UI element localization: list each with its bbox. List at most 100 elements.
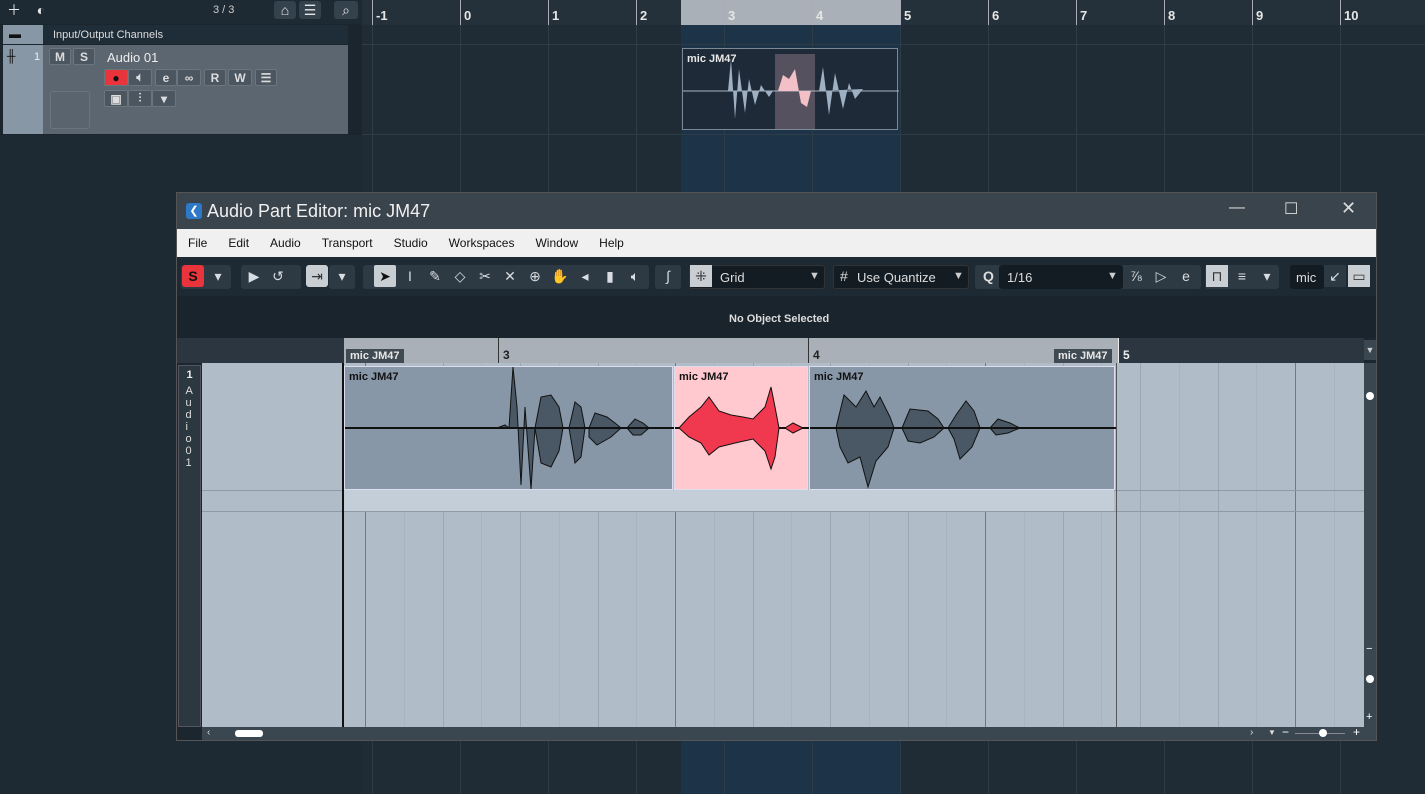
stack-icon[interactable]: ≡ [1231, 265, 1253, 287]
auto-fades-icon[interactable]: ∫ [657, 265, 679, 287]
solo-dropdown-icon[interactable]: ▾ [207, 265, 229, 287]
audio-event-selected[interactable]: mic JM47 [674, 366, 809, 490]
grid-line [1256, 363, 1258, 727]
hand-tool[interactable]: ✋ [549, 265, 571, 287]
part-start-label: mic JM47 [346, 349, 404, 363]
minimize-button[interactable]: — [1229, 199, 1245, 217]
zoom-in-vertical[interactable]: + [1366, 711, 1372, 723]
track-name: Audio 01 [107, 50, 159, 65]
maximize-button[interactable]: ☐ [1284, 199, 1298, 219]
chevron-down-icon: ▼ [1107, 270, 1118, 282]
read-button[interactable]: R [204, 69, 226, 86]
audio-track[interactable]: ╫ 1 M S Audio 01 ● 🔈︎ e ∞ R W ☰ ▣ ⫶ ▾ [3, 45, 348, 134]
locator-bar[interactable] [681, 0, 901, 25]
edit-channel-button[interactable]: e [155, 69, 177, 86]
quantize-swing-icon[interactable]: ⅞ [1125, 265, 1147, 287]
quantize-icon[interactable]: Q [983, 268, 994, 284]
ruler-bar-label: 2 [640, 8, 648, 23]
menu-file[interactable]: File [188, 236, 207, 257]
mute-tool[interactable]: ✕ [499, 265, 521, 287]
split-tool[interactable]: ✂ [474, 265, 496, 287]
event-waveform [345, 367, 674, 490]
erase-tool[interactable]: ◇ [449, 265, 471, 287]
cubase-logo-icon: ❮ [186, 203, 202, 219]
window-layout-icon[interactable]: ⊓ [1206, 265, 1228, 287]
grid-line [1217, 363, 1219, 727]
eq-button[interactable]: ⫶ [128, 90, 152, 107]
zoom-tool[interactable]: ⊕ [524, 265, 546, 287]
folder-label: Input/Output Channels [53, 29, 164, 41]
edit-icon[interactable]: e [1175, 265, 1197, 287]
part-range-bar[interactable] [344, 338, 1118, 363]
snap-icon[interactable]: ⁜ [690, 265, 712, 287]
title-bar[interactable]: ❮ Audio Part Editor: mic JM47 — ☐ ✕ [177, 193, 1376, 229]
lanes-button[interactable]: ☰ [255, 69, 277, 86]
play-tool[interactable]: 🔈︎ [624, 265, 646, 287]
menu-studio[interactable]: Studio [394, 236, 428, 257]
loop-icon[interactable]: ↺ [267, 265, 289, 287]
zoom-in-horizontal[interactable]: + [1353, 725, 1360, 739]
sends-button[interactable]: ▾ [152, 90, 176, 107]
autoscroll-icon[interactable]: ⇥ [306, 265, 328, 287]
track-presets-button[interactable]: ◐ [30, 1, 52, 19]
menu-workspaces[interactable]: Workspaces [449, 236, 515, 257]
ruler-options-button[interactable]: ▼ [1364, 340, 1376, 360]
chevron-down-icon: ▼ [953, 270, 964, 282]
arrange-ruler[interactable]: -1 0 1 2 3 4 5 6 7 8 9 10 [362, 0, 1425, 25]
object-selection-tool[interactable]: ➤ [374, 265, 396, 287]
monitor-button[interactable]: 🔈︎ [128, 69, 152, 86]
arrange-audio-part[interactable]: mic JM47 [682, 48, 899, 130]
range-selection-tool[interactable]: I [399, 265, 421, 287]
event-waveform [675, 386, 809, 471]
menu-help[interactable]: Help [599, 236, 624, 257]
zoom-out-vertical[interactable]: − [1366, 643, 1372, 655]
track-number: 1 [34, 51, 41, 63]
waveform-zoom-slider-handle[interactable] [1366, 392, 1374, 400]
window-zone-icon[interactable]: ▭ [1348, 265, 1370, 287]
search-value: mic [1296, 270, 1317, 285]
track-picture[interactable] [50, 91, 90, 129]
record-enable-button[interactable]: ● [104, 69, 128, 86]
warp-tool[interactable]: ▮ [599, 265, 621, 287]
collapse-icon[interactable]: ↙ [1324, 265, 1346, 287]
horizontal-zoom-handle[interactable] [1319, 729, 1327, 737]
mute-button[interactable]: M [49, 48, 71, 65]
audio-event[interactable]: mic JM47 [344, 366, 674, 490]
menu-transport[interactable]: Transport [322, 236, 373, 257]
editor-track-header[interactable]: 1 Audio 01 [178, 365, 201, 727]
list-icon[interactable]: ☰ [299, 1, 321, 19]
menu-edit[interactable]: Edit [228, 236, 249, 257]
menu-window[interactable]: Window [535, 236, 578, 257]
quantize-preset-icon[interactable]: ▷ [1150, 265, 1172, 287]
folder-icon: ▬ [9, 27, 21, 41]
inserts-button[interactable]: ▣ [104, 90, 128, 107]
horizontal-scrollbar[interactable]: ‹ › ▼ − + [202, 725, 1376, 740]
search-icon[interactable]: ⌕ [334, 1, 358, 19]
solo-editor-button[interactable]: S [182, 265, 204, 287]
folder-track[interactable]: ▬ Input/Output Channels [3, 25, 348, 44]
editor-ruler[interactable]: mic JM47 mic JM47 3 4 5 [177, 338, 1364, 363]
autoscroll-dropdown-icon[interactable]: ▾ [331, 265, 353, 287]
zoom-presets-icon[interactable]: ▼ [1268, 728, 1276, 737]
scrollbar-thumb[interactable] [235, 730, 263, 737]
menu-audio[interactable]: Audio [270, 236, 301, 257]
layout-dropdown-icon[interactable]: ▾ [1256, 265, 1278, 287]
vertical-zoom-controls[interactable]: − + [1364, 363, 1376, 727]
scrub-tool[interactable]: ◂ [574, 265, 596, 287]
visibility-icon[interactable]: ⌂ [274, 1, 296, 19]
play-icon[interactable]: ▶ [243, 265, 265, 287]
draw-tool[interactable]: ✎ [424, 265, 446, 287]
scroll-right-icon[interactable]: › [1250, 727, 1253, 738]
vertical-zoom-slider-handle[interactable] [1366, 675, 1374, 683]
scroll-left-icon[interactable]: ‹ [207, 727, 210, 738]
audio-event[interactable]: mic JM47 [809, 366, 1116, 490]
toolbar: S ▾ ▶ ↺ ⇥ ▾ ➤ I ✎ ◇ ✂ ✕ ⊕ ✋ ◂ ▮ 🔈︎ ∫ ⁜ G… [177, 257, 1376, 296]
event-display[interactable]: mic JM47 mic JM47 mic JM47 [202, 363, 1364, 727]
add-track-button[interactable]: ＋ [3, 1, 25, 19]
zoom-out-horizontal[interactable]: − [1282, 725, 1289, 739]
solo-button[interactable]: S [73, 48, 95, 65]
close-button[interactable]: ✕ [1341, 198, 1356, 219]
link-button[interactable]: ∞ [177, 69, 201, 86]
ruler-bar-label: 7 [1080, 8, 1088, 23]
write-button[interactable]: W [228, 69, 252, 86]
